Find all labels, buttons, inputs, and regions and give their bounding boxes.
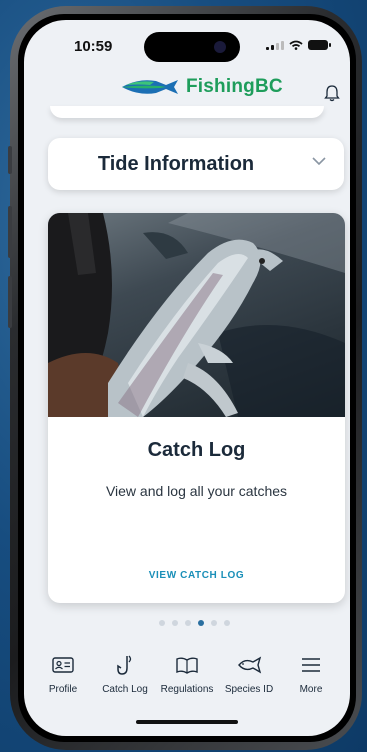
app-screen: 10:59 FishingBC Tide Information Catch L… xyxy=(24,20,350,736)
menu-icon xyxy=(302,658,320,672)
silent-switch xyxy=(8,146,12,174)
carousel-dot-active[interactable] xyxy=(198,620,204,626)
volume-down-button xyxy=(8,276,12,328)
tab-label-species-id: Species ID xyxy=(224,684,274,695)
battery-icon xyxy=(308,40,331,50)
tab-catch-log[interactable]: Catch Log xyxy=(96,650,154,710)
home-indicator[interactable] xyxy=(136,720,238,724)
tab-label-regulations: Regulations xyxy=(160,684,214,695)
signal-icon xyxy=(266,40,284,50)
tab-more[interactable]: More xyxy=(282,650,340,710)
tab-label-catch-log: Catch Log xyxy=(102,684,148,695)
tab-profile[interactable]: Profile xyxy=(34,650,92,710)
tab-regulations[interactable]: Regulations xyxy=(158,650,216,710)
status-icons xyxy=(266,40,331,50)
carousel-dot[interactable] xyxy=(224,620,230,626)
view-catch-log-link[interactable]: VIEW CATCH LOG xyxy=(48,570,345,581)
fish-outline-icon xyxy=(238,656,262,674)
id-card-icon xyxy=(52,657,74,673)
chevron-down-icon[interactable] xyxy=(312,157,326,165)
book-icon xyxy=(176,657,198,674)
logo-text: FishingBC xyxy=(186,76,283,97)
catch-log-card[interactable]: Catch Log View and log all your catches … xyxy=(48,213,345,603)
tide-card-title: Tide Information xyxy=(97,153,255,175)
tab-label-more: More xyxy=(299,684,323,695)
catch-photo xyxy=(48,213,345,417)
tab-label-profile: Profile xyxy=(48,684,78,695)
carousel-dot[interactable] xyxy=(211,620,217,626)
dynamic-island xyxy=(144,32,240,62)
catch-card-description: View and log all your catches xyxy=(105,483,288,499)
bell-icon[interactable] xyxy=(324,84,340,102)
fish-logo-icon xyxy=(122,80,178,94)
status-time: 10:59 xyxy=(74,38,113,55)
salmon-photo-illustration xyxy=(48,213,345,417)
tide-information-card[interactable]: Tide Information xyxy=(48,138,344,190)
app-logo: FishingBC xyxy=(120,76,283,98)
bottom-tab-bar: Profile Catch Log Regulations Species ID xyxy=(24,650,350,710)
tab-species-id[interactable]: Species ID xyxy=(220,650,278,710)
carousel-pagination xyxy=(159,620,230,626)
hook-icon xyxy=(117,655,132,675)
carousel-dot[interactable] xyxy=(185,620,191,626)
wifi-icon xyxy=(289,40,303,50)
carousel-dot[interactable] xyxy=(172,620,178,626)
carousel-dot[interactable] xyxy=(159,620,165,626)
volume-up-button xyxy=(8,206,12,258)
catch-card-title: Catch Log xyxy=(147,439,246,461)
previous-card-edge xyxy=(50,106,324,118)
